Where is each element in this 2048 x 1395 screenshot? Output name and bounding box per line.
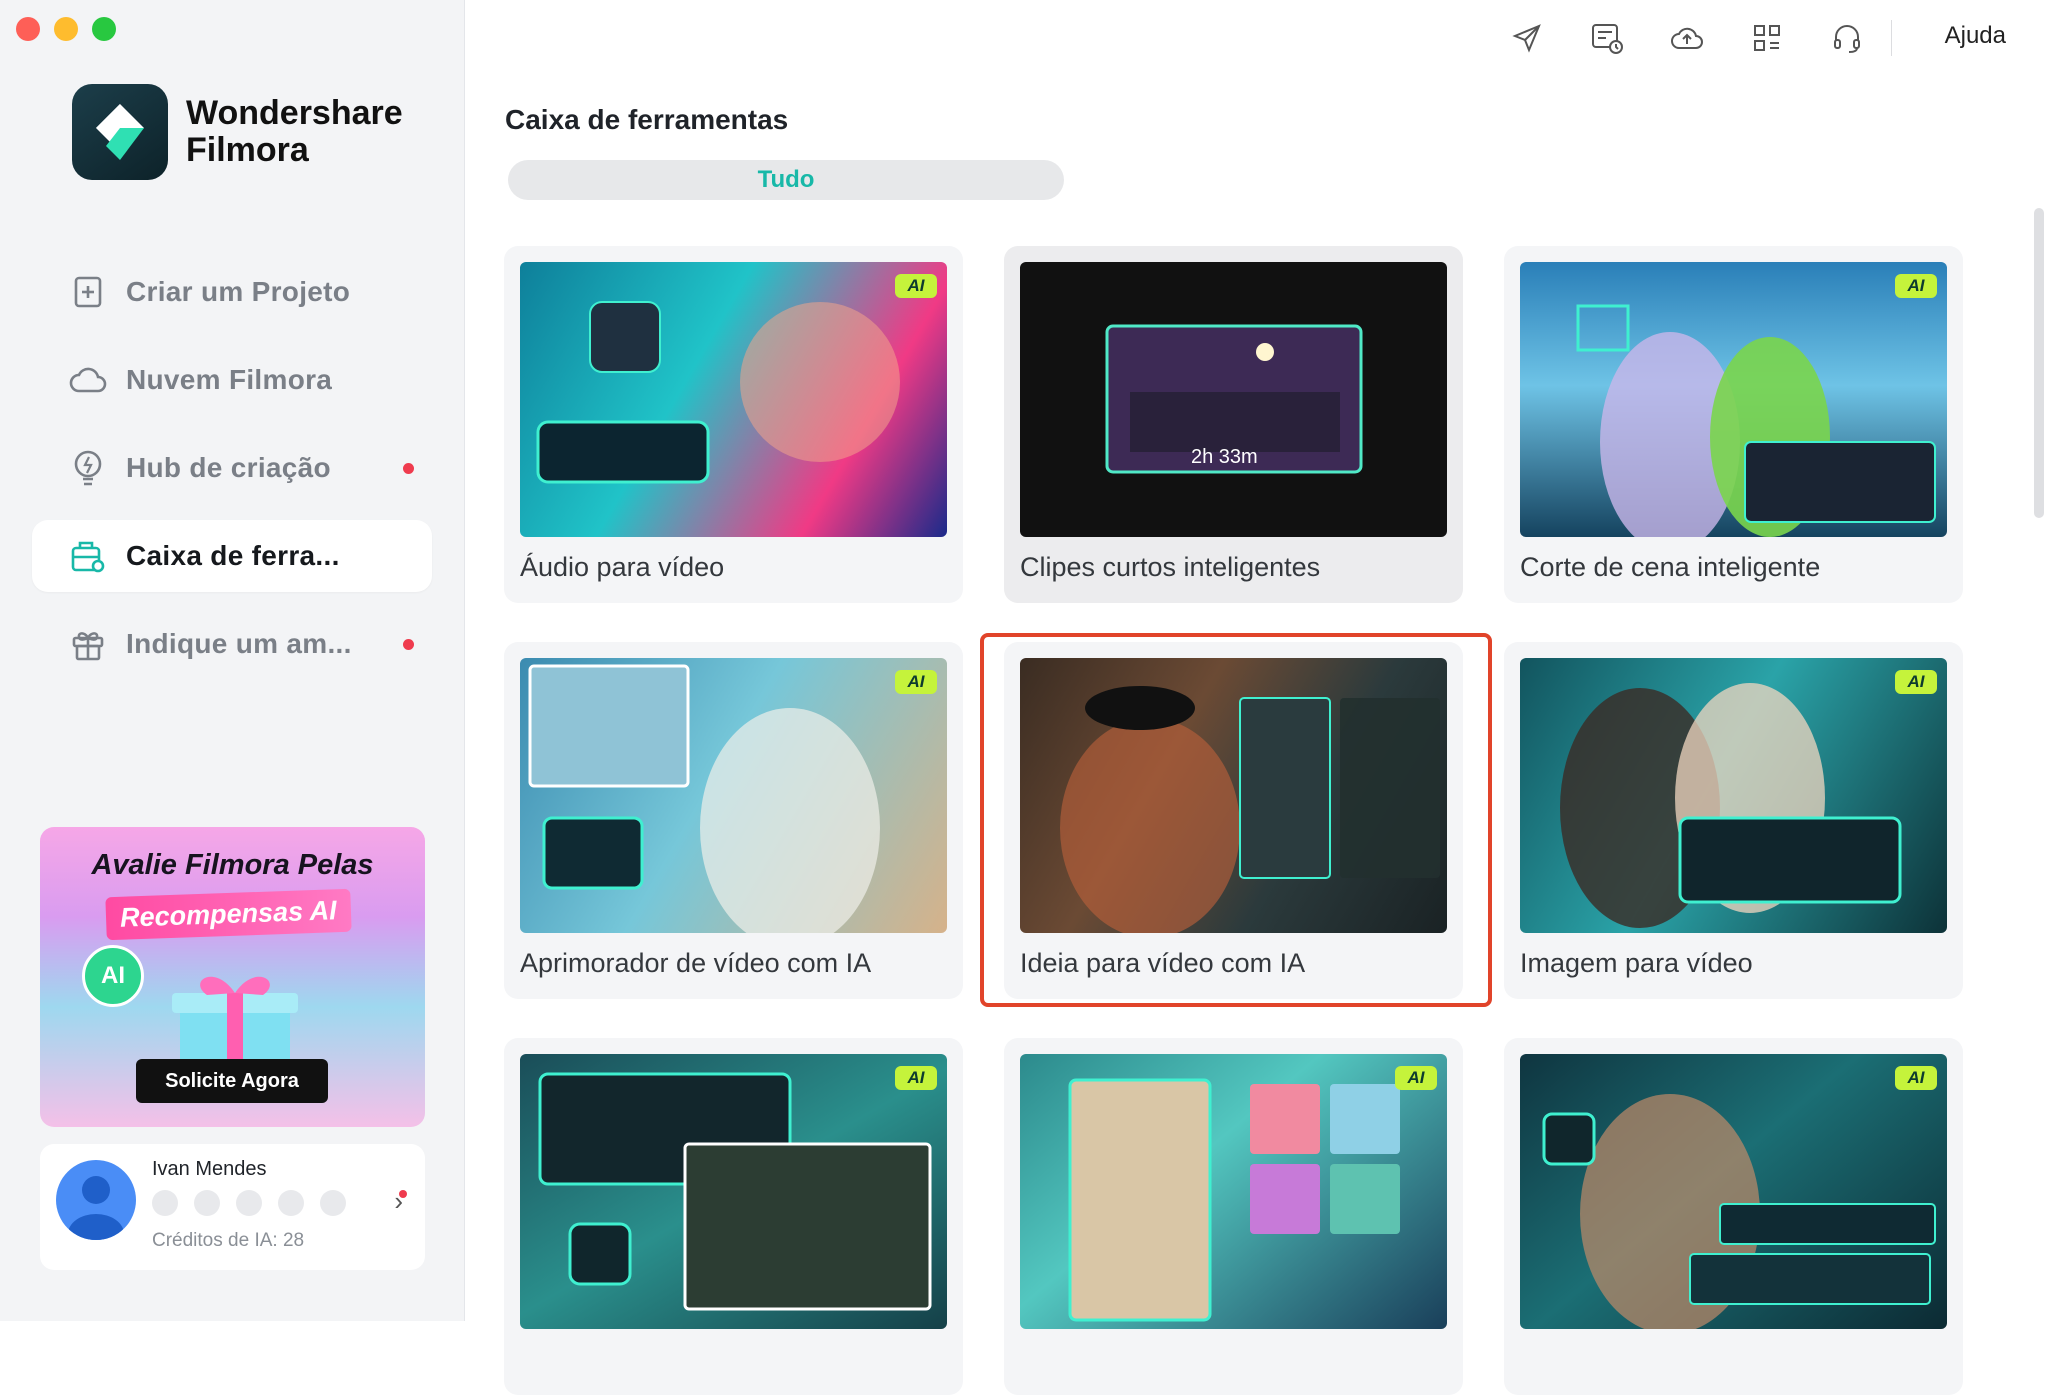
help-menu[interactable]: Ajuda [1945, 22, 2006, 50]
send-icon[interactable] [1506, 18, 1548, 58]
ai-badge: AI [1895, 1066, 1937, 1090]
app-window: Wondershare Filmora Criar um Projeto Nuv… [0, 0, 2048, 1395]
badge-icon [278, 1190, 304, 1216]
top-bar: Ajuda [464, 0, 2048, 74]
duration-label: 2h 33m [1191, 446, 1258, 468]
sidebar-item-label: Hub de criação [126, 452, 331, 483]
toolbox-icon [68, 536, 108, 576]
plus-square-icon [68, 272, 108, 312]
tool-card-label: Corte de cena inteligente [1520, 552, 1821, 582]
selection-highlight [980, 633, 1492, 1007]
filter-tab-all[interactable]: Tudo [508, 160, 1064, 200]
brand: Wondershare Filmora [72, 84, 403, 180]
ai-badge: AI [895, 670, 937, 694]
ai-badge: AI [1395, 1066, 1437, 1090]
scrollbar-thumb[interactable] [2034, 208, 2044, 518]
claim-now-button[interactable]: Solicite Agora [136, 1059, 328, 1103]
tool-card[interactable]: AI [504, 1038, 963, 1395]
sidebar-item-creation-hub[interactable]: Hub de criação [32, 432, 432, 504]
promo-banner[interactable]: Avalie Filmora Pelas Recompensas AI AI S… [40, 827, 425, 1127]
tool-card[interactable]: AI [1504, 1038, 1963, 1395]
cloud-icon [68, 360, 108, 400]
brand-name: Wondershare Filmora [186, 95, 403, 169]
headset-icon[interactable] [1826, 18, 1868, 58]
tool-card-smart-short-clips[interactable]: 2h 33m Clipes curtos inteligentes [1004, 246, 1463, 603]
sidebar-nav: Criar um Projeto Nuvem Filmora Hub de cr… [32, 256, 432, 696]
badge-icon [236, 1190, 262, 1216]
brand-line-2: Filmora [186, 131, 309, 169]
sidebar-item-label: Indique um am... [126, 628, 352, 659]
window-controls [16, 17, 116, 41]
badge-icon [152, 1190, 178, 1216]
promo-subtitle: Recompensas AI [105, 888, 352, 941]
user-badges [152, 1190, 346, 1216]
avatar [56, 1160, 136, 1240]
toolbar-divider [1891, 20, 1892, 56]
filmora-logo-icon [72, 84, 168, 180]
tool-card[interactable]: AI [1004, 1038, 1463, 1395]
tool-thumbnail: AI [520, 1054, 947, 1329]
ai-credits: Créditos de IA: 28 [152, 1230, 305, 1251]
badge-icon [320, 1190, 346, 1216]
user-card[interactable]: Ivan Mendes Créditos de IA: 28 › [40, 1144, 425, 1270]
toolbar-icons [1506, 18, 1868, 58]
tool-card-label: Áudio para vídeo [520, 552, 725, 582]
ai-coin-icon: AI [82, 945, 144, 1007]
brand-line-1: Wondershare [186, 94, 403, 132]
sidebar-item-create-project[interactable]: Criar um Projeto [32, 256, 432, 328]
gift-icon [68, 624, 108, 664]
page-title: Caixa de ferramentas [505, 104, 789, 135]
tool-thumbnail: 2h 33m [1020, 262, 1447, 537]
close-window-button[interactable] [16, 17, 40, 41]
bulb-icon [68, 448, 108, 488]
sidebar-item-filmora-cloud[interactable]: Nuvem Filmora [32, 344, 432, 416]
tool-card-label: Clipes curtos inteligentes [1020, 552, 1321, 582]
tool-card-label: Imagem para vídeo [1520, 948, 1753, 978]
ai-badge: AI [895, 274, 937, 298]
sidebar-item-refer-friend[interactable]: Indique um am... [32, 608, 432, 680]
badge-icon [194, 1190, 220, 1216]
tool-thumbnail: AI [1520, 658, 1947, 933]
maximize-window-button[interactable] [92, 17, 116, 41]
sidebar: Wondershare Filmora Criar um Projeto Nuv… [0, 0, 465, 1321]
ai-badge: AI [895, 1066, 937, 1090]
tool-thumbnail: AI [1020, 1054, 1447, 1329]
sidebar-item-toolbox[interactable]: Caixa de ferra... [32, 520, 432, 592]
tool-card-smart-scene-cut[interactable]: AI Corte de cena inteligente [1504, 246, 1963, 603]
tool-thumbnail: AI [520, 262, 947, 537]
tool-thumbnail: AI [520, 658, 947, 933]
task-list-icon[interactable] [1586, 18, 1628, 58]
tool-thumbnail: AI [1520, 262, 1947, 537]
sidebar-item-label: Nuvem Filmora [126, 364, 333, 395]
cloud-upload-icon[interactable] [1666, 18, 1708, 58]
notification-dot [403, 463, 414, 474]
ai-badge: AI [1895, 670, 1937, 694]
tool-card-label: Aprimorador de vídeo com IA [520, 948, 872, 978]
promo-title: Avalie Filmora Pelas [91, 849, 374, 881]
sidebar-item-label: Criar um Projeto [126, 276, 351, 307]
tool-card-audio-to-video[interactable]: AI Áudio para vídeo [504, 246, 963, 603]
notification-dot [403, 639, 414, 650]
sidebar-item-label: Caixa de ferra... [126, 540, 340, 571]
minimize-window-button[interactable] [54, 17, 78, 41]
tool-thumbnail: AI [1520, 1054, 1947, 1329]
tool-card-image-to-video[interactable]: AI Imagem para vídeo [1504, 642, 1963, 999]
ai-badge: AI [1895, 274, 1937, 298]
notification-dot [399, 1190, 407, 1198]
user-name: Ivan Mendes [152, 1158, 267, 1180]
grid-icon[interactable] [1746, 18, 1788, 58]
tool-card-ai-video-enhancer[interactable]: AI Aprimorador de vídeo com IA [504, 642, 963, 999]
